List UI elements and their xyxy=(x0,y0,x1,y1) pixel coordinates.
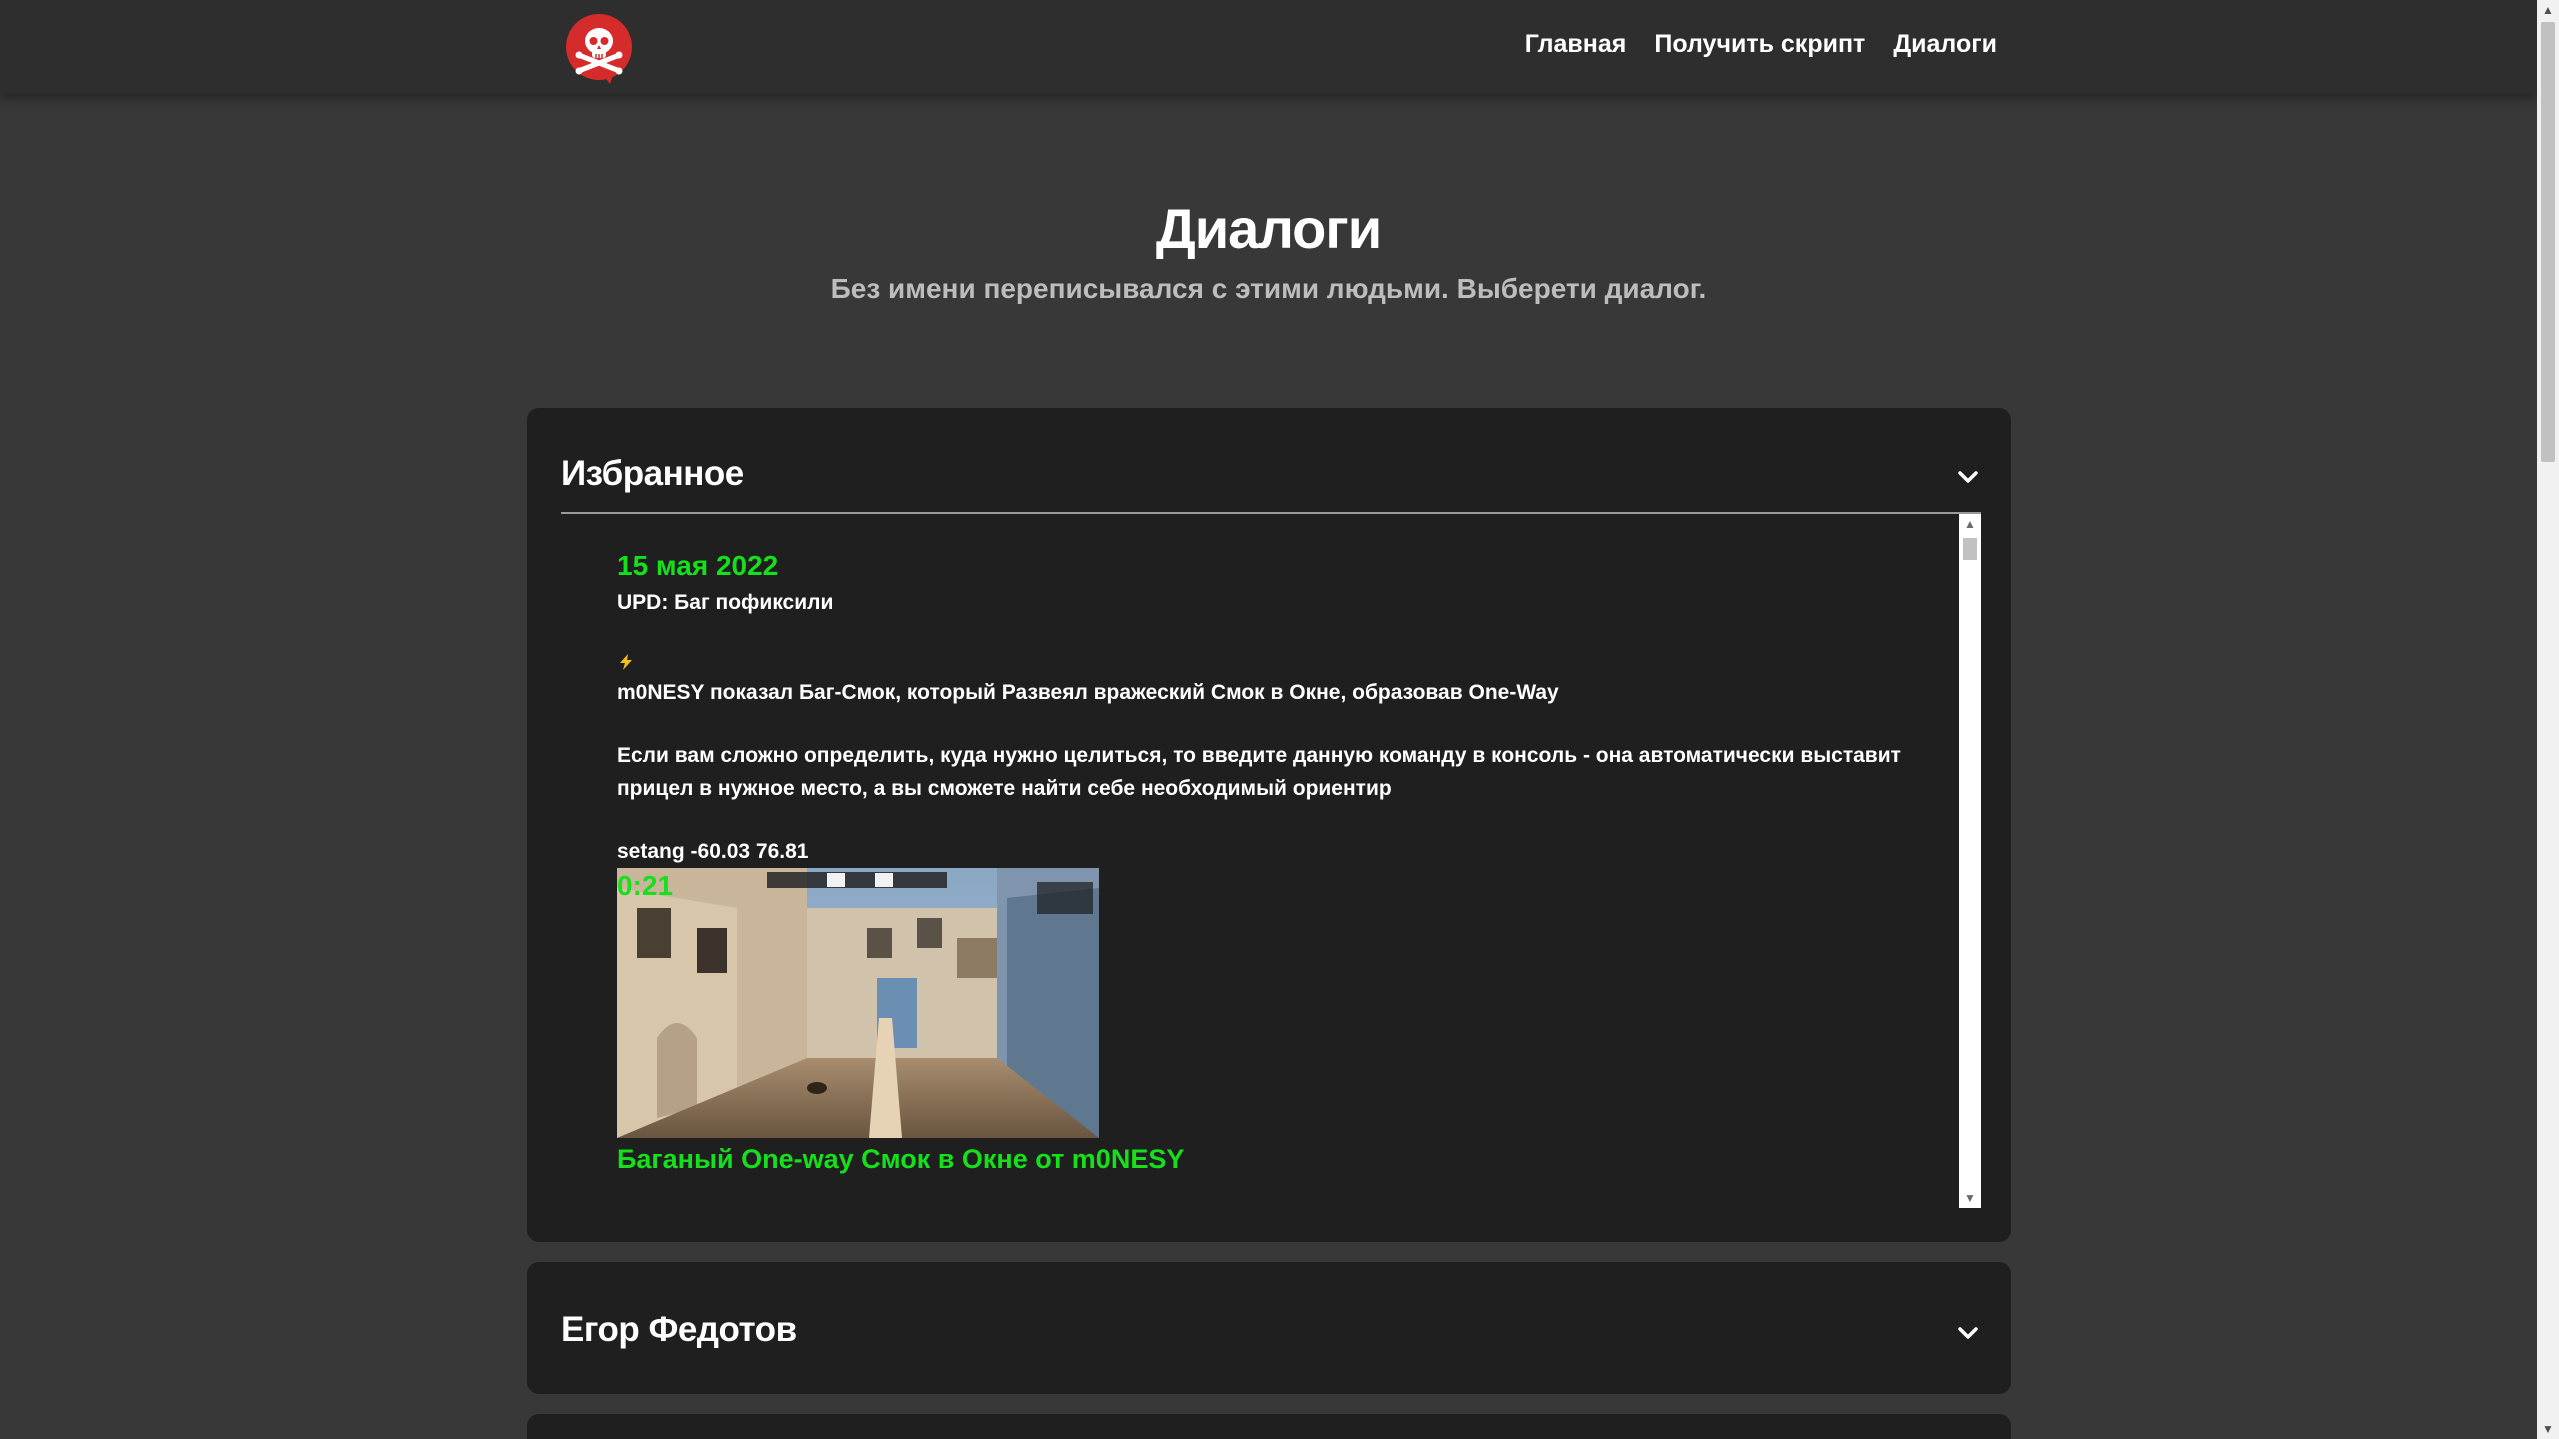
chevron-down-icon[interactable] xyxy=(1955,1320,1981,1346)
post-text-line: UPD: Баг пофиксили xyxy=(617,591,834,614)
skull-crossbones-icon[interactable] xyxy=(564,14,634,84)
video-duration: 0:21 xyxy=(617,870,674,901)
dialog-messages-scroll-area[interactable]: 15 мая 2022 UPD: Баг пофиксили m0NESY по… xyxy=(561,514,1959,1208)
hero-section: Диалоги Без имени переписывался с этими … xyxy=(0,196,2537,305)
dialog-panel-favorites: Избранное 15 мая 2022 UPD: Баг пофиксили… xyxy=(527,408,2011,1242)
video-preview-image xyxy=(617,868,1099,1138)
message-post: 15 мая 2022 UPD: Баг пофиксили m0NESY по… xyxy=(617,550,1917,1187)
page-title: Диалоги xyxy=(1155,197,1382,260)
scrollbar-thumb[interactable] xyxy=(1963,538,1977,560)
post-date: 15 мая 2022 xyxy=(617,550,779,581)
page-scrollbar[interactable]: ▲ ▼ xyxy=(2537,0,2559,1439)
lightning-icon xyxy=(620,654,632,670)
top-navbar: Главная Получить скрипт Диалоги xyxy=(0,0,2537,94)
video-thumbnail[interactable]: 0:21 xyxy=(617,868,1099,1138)
nav-get-script-link[interactable]: Получить скрипт xyxy=(1654,30,1865,59)
scroll-up-arrow-icon[interactable]: ▲ xyxy=(2537,0,2559,20)
post-command-line: setang -60.03 76.81 xyxy=(617,840,809,863)
scrollbar-thumb[interactable] xyxy=(2541,22,2555,462)
scroll-up-arrow-icon[interactable]: ▲ xyxy=(1959,514,1981,534)
post-text-line: Если вам сложно определить, куда нужно ц… xyxy=(617,744,1901,800)
main-nav: Главная Получить скрипт Диалоги xyxy=(1525,30,1997,59)
messages-scrollbar[interactable]: ▲ ▼ xyxy=(1959,514,1981,1208)
scroll-down-arrow-icon[interactable]: ▼ xyxy=(1959,1188,1981,1208)
dialog-panel-egor-fedotov[interactable]: Егор Федотов xyxy=(527,1262,2011,1394)
video-title-link[interactable]: Баганый One-way Смок в Окне от m0NESY xyxy=(617,1144,1917,1175)
dialog-panel-partial[interactable] xyxy=(527,1414,2011,1439)
page: Главная Получить скрипт Диалоги Диалоги … xyxy=(0,0,2559,1439)
post-text-line: m0NESY показал Баг-Смок, который Развеял… xyxy=(617,681,1559,704)
scroll-down-arrow-icon[interactable]: ▼ xyxy=(2537,1419,2559,1439)
page-subtitle: Без имени переписывался с этими людьми. … xyxy=(830,273,1707,304)
truncated-line xyxy=(617,1175,1917,1187)
nav-home-link[interactable]: Главная xyxy=(1525,30,1627,59)
dialog-title[interactable]: Избранное xyxy=(561,454,744,494)
dialog-title[interactable]: Егор Федотов xyxy=(561,1310,797,1350)
nav-dialogs-link[interactable]: Диалоги xyxy=(1893,30,1997,59)
chevron-down-icon[interactable] xyxy=(1955,464,1981,490)
